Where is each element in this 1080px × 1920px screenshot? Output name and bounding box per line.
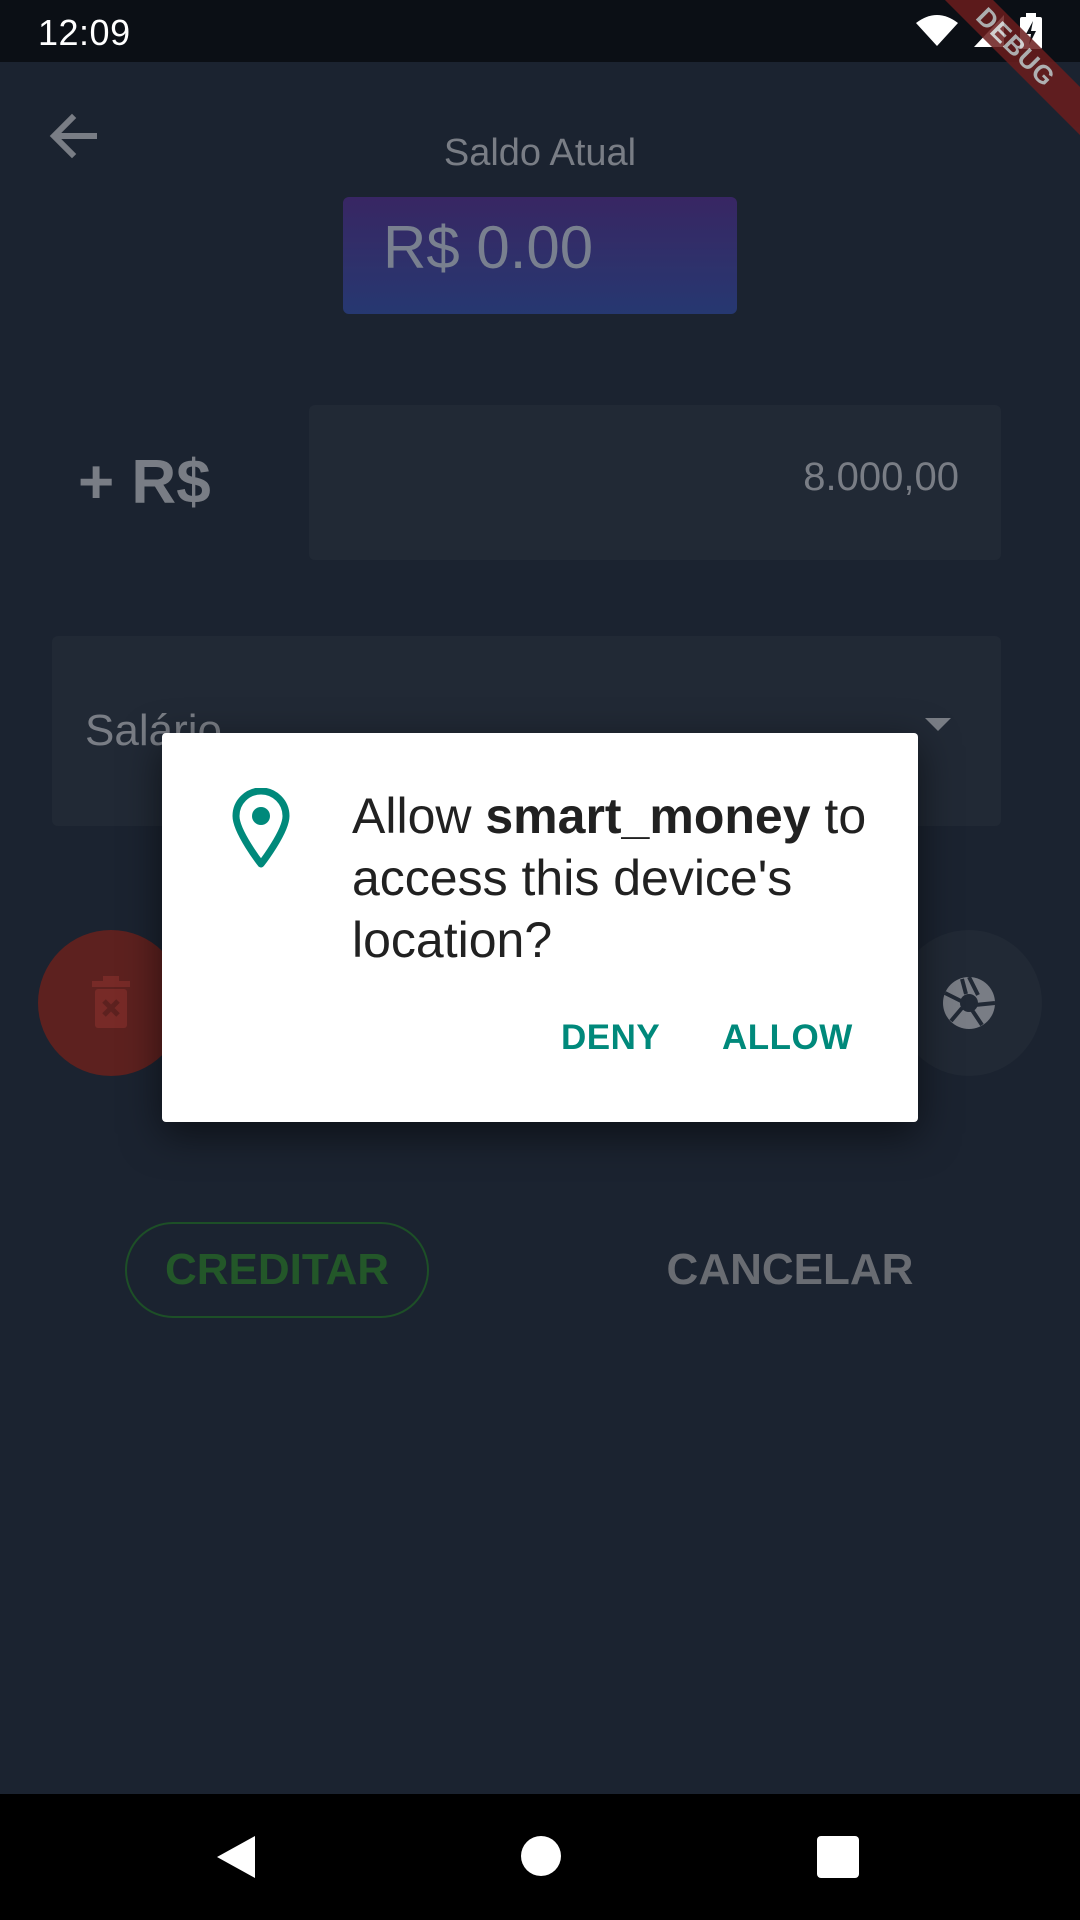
deny-button[interactable]: DENY — [561, 1018, 660, 1058]
dialog-message: Allow smart_money to access this device'… — [352, 785, 892, 971]
navigation-bar — [0, 1794, 1080, 1920]
wifi-icon — [916, 15, 958, 46]
dialog-app-name: smart_money — [485, 788, 811, 844]
dialog-message-prefix: Allow — [352, 788, 486, 844]
allow-button[interactable]: ALLOW — [722, 1018, 853, 1058]
status-time: 12:09 — [38, 12, 131, 53]
nav-home-icon[interactable] — [521, 1836, 561, 1876]
status-bar: 12:09 — [0, 0, 1080, 62]
nav-recents-icon[interactable] — [817, 1836, 859, 1878]
nav-back-icon[interactable] — [215, 1834, 257, 1880]
location-permission-dialog: Allow smart_money to access this device'… — [162, 733, 918, 1122]
location-pin-icon — [232, 788, 290, 868]
